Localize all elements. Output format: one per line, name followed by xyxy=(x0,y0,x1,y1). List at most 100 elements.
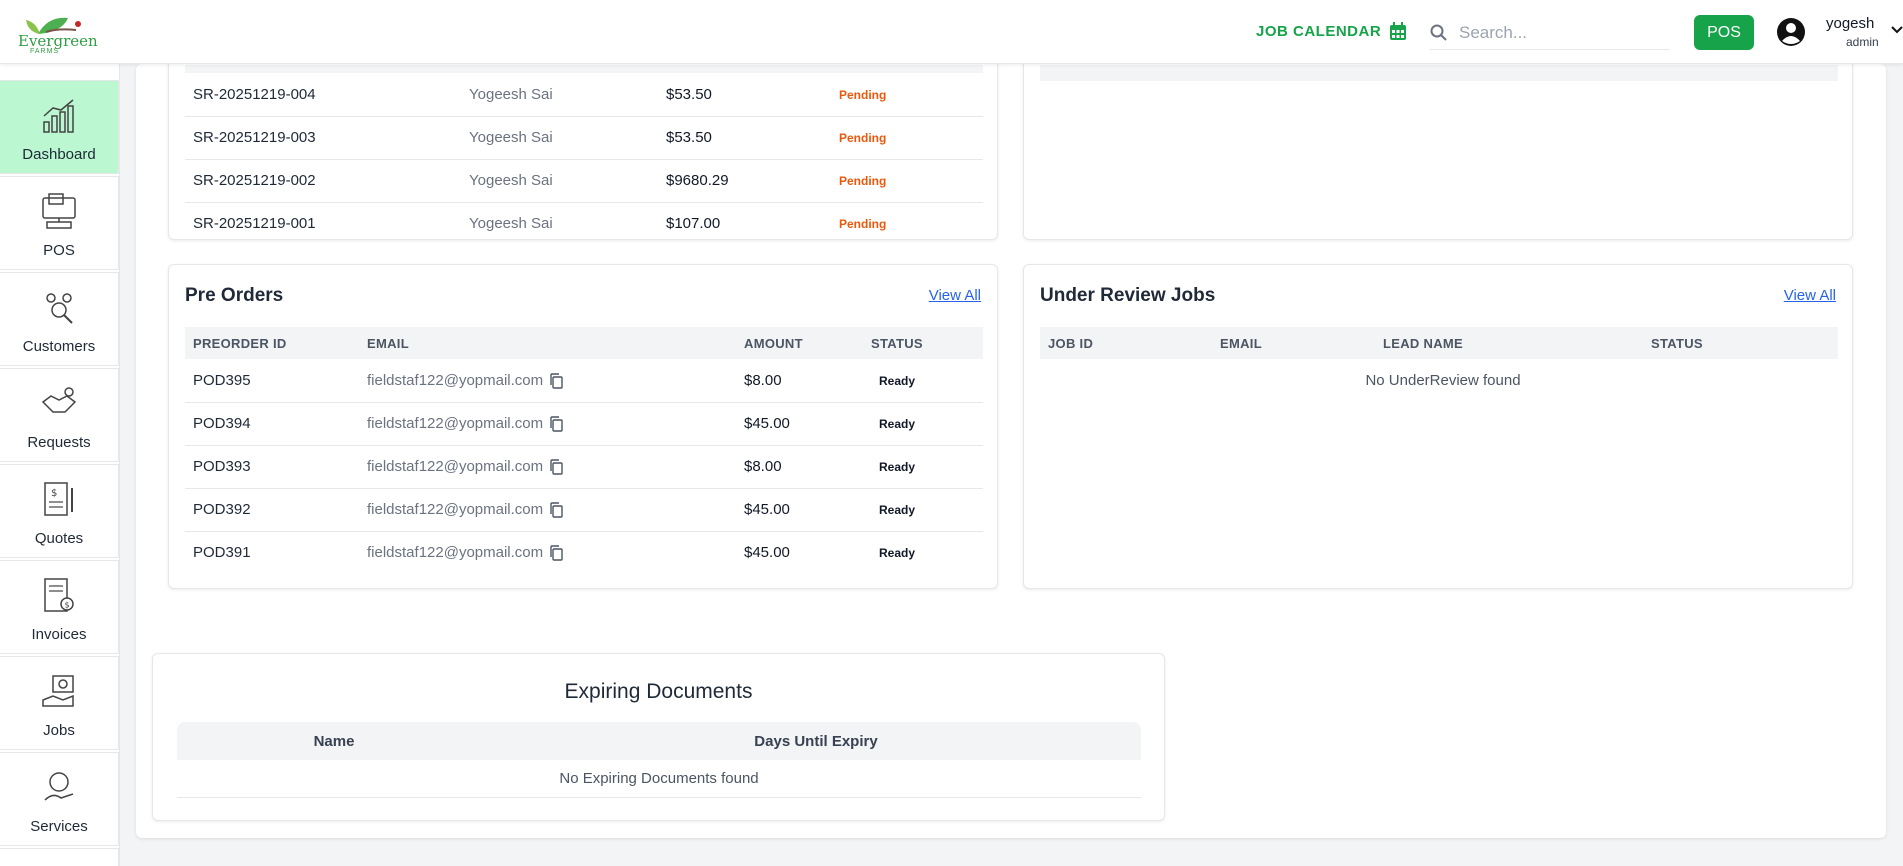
empty-row: No UnderReview found xyxy=(1040,359,1838,402)
status-cell: Ready xyxy=(863,402,983,446)
expiring-documents-table: Name Days Until Expiry No Expiring Docum… xyxy=(177,722,1141,798)
calendar-icon xyxy=(1390,22,1407,40)
pos-terminal-icon xyxy=(42,193,76,229)
sidebar: Dashboard POS Customers Requests $ Quote… xyxy=(0,64,120,866)
sidebar-item-pos[interactable]: POS xyxy=(0,176,119,270)
sidebar-item-more[interactable] xyxy=(0,848,119,866)
under-review-jobs-panel: Under Review Jobs View All JOB ID EMAIL … xyxy=(1023,264,1853,589)
column-header: PREORDER ID xyxy=(185,327,359,359)
preorder-id: POD393 xyxy=(185,445,359,489)
user-avatar-icon[interactable] xyxy=(1776,17,1806,47)
amount: $8.00 xyxy=(736,359,863,403)
customer-name: Yogeesh Sai xyxy=(461,116,658,160)
table-header-row: JOB ID EMAIL LEAD NAME STATUS xyxy=(1040,327,1838,359)
sidebar-item-invoices[interactable]: $ Invoices xyxy=(0,560,119,654)
customer-name: Yogeesh Sai xyxy=(461,159,658,203)
preorder-id: POD395 xyxy=(185,359,359,403)
sidebar-item-requests[interactable]: Requests xyxy=(0,368,119,462)
preorder-id: POD391 xyxy=(193,544,251,562)
evergreen-logo[interactable]: Evergreen FARMS xyxy=(18,10,98,56)
chart-bar-icon xyxy=(43,99,74,133)
amount: $45.00 xyxy=(744,544,790,562)
customer-name: Yogeesh Sai xyxy=(461,73,658,117)
expiring-documents-panel: Expiring Documents Name Days Until Expir… xyxy=(152,653,1165,821)
sidebar-item-label: Dashboard xyxy=(22,146,96,163)
status-badge: Ready xyxy=(879,503,916,517)
status-cell: Ready xyxy=(863,359,983,403)
copy-icon[interactable] xyxy=(549,373,563,389)
table-row[interactable]: POD394 fieldstaf122@yopmail.com $45.00 Read… xyxy=(185,402,983,446)
job-calendar-label: JOB CALENDAR xyxy=(1256,23,1382,40)
services-icon xyxy=(44,772,74,801)
email-cell: fieldstaf122@yopmail.com xyxy=(359,402,736,446)
email-cell: fieldstaf122@yopmail.com xyxy=(359,445,736,489)
under-review-table: JOB ID EMAIL LEAD NAME STATUS No UnderRe… xyxy=(1040,327,1838,402)
sidebar-item-jobs[interactable]: Jobs xyxy=(0,656,119,750)
column-header: EMAIL xyxy=(359,327,736,359)
request-id: SR-20251219-001 xyxy=(193,215,316,233)
table-row[interactable]: POD395 fieldstaf122@yopmail.com $8.00 Ready xyxy=(185,359,983,403)
pre-orders-table: PREORDER ID EMAIL AMOUNT STATUS POD395 fi… xyxy=(185,327,983,574)
table-row[interactable]: POD391 fieldstaf122@yopmail.com $45.00 Read… xyxy=(185,531,983,574)
copy-icon[interactable] xyxy=(549,545,563,561)
sidebar-item-dashboard[interactable]: Dashboard xyxy=(0,80,119,174)
job-calendar-link[interactable]: JOB CALENDAR xyxy=(1256,22,1407,41)
copy-icon[interactable] xyxy=(549,459,563,475)
sidebar-item-services[interactable]: Services xyxy=(0,752,119,846)
sidebar-item-label: Quotes xyxy=(34,530,84,547)
copy-icon[interactable] xyxy=(549,416,563,432)
amount: $45.00 xyxy=(736,402,863,446)
table-row[interactable]: POD392 fieldstaf122@yopmail.com $45.00 Read… xyxy=(185,488,983,532)
amount: $45.00 xyxy=(736,488,863,532)
email-cell: fieldstaf122@yopmail.com xyxy=(359,531,736,574)
user-name[interactable]: yogesh xyxy=(1826,15,1874,32)
amount: $107.00 xyxy=(666,215,721,233)
copy-icon[interactable] xyxy=(549,502,563,518)
jobs-icon xyxy=(42,675,74,707)
status-badge: Pending xyxy=(839,131,887,145)
empty-row: No Expiring Documents found xyxy=(177,760,1141,798)
table-row[interactable]: POD393 fieldstaf122@yopmail.com $8.00 Ready xyxy=(185,445,983,489)
sidebar-item-label: Jobs xyxy=(43,722,75,739)
sidebar-item-customers[interactable]: Customers xyxy=(0,272,119,366)
column-header: JOB ID xyxy=(1040,327,1212,359)
column-header: AMOUNT xyxy=(736,327,863,359)
pre-orders-panel: Pre Orders View All PREORDER ID EMAIL AM… xyxy=(168,264,998,589)
user-role: admin xyxy=(1846,35,1879,49)
email-text: fieldstaf122@yopmail.com xyxy=(367,544,544,562)
email-text: fieldstaf122@yopmail.com xyxy=(367,414,544,432)
view-all-link[interactable]: View All xyxy=(1784,287,1836,304)
request-id: SR-20251219-003 xyxy=(185,116,461,160)
status-cell: Ready xyxy=(863,445,983,489)
service-requests-table: SR-20251219-004 Yogeesh Sai $53.50 Pendi… xyxy=(185,73,983,245)
handshake-icon xyxy=(41,387,77,413)
status-badge: Ready xyxy=(879,373,916,388)
table-header-row: Name Days Until Expiry xyxy=(177,722,1141,760)
preorder-id: POD392 xyxy=(185,488,359,532)
request-id: SR-20251219-002 xyxy=(185,159,461,203)
status-cell: Ready xyxy=(863,531,983,574)
customers-icon xyxy=(46,293,73,324)
preorder-id: POD394 xyxy=(185,402,359,446)
amount: $53.50 xyxy=(658,116,831,160)
logo-subtext: FARMS xyxy=(30,48,60,55)
view-all-link[interactable]: View All xyxy=(929,287,981,304)
sidebar-item-quotes[interactable]: $ Quotes xyxy=(0,464,119,558)
customer-name: Yogeesh Sai xyxy=(469,215,553,233)
sidebar-item-label: POS xyxy=(43,242,75,259)
column-header: EMAIL xyxy=(1212,327,1375,359)
search-input[interactable] xyxy=(1459,22,1659,43)
table-row[interactable]: SR-20251219-001 Yogeesh Sai $107.00 Pend… xyxy=(185,202,983,245)
sidebar-item-label: Services xyxy=(30,818,88,835)
chevron-down-icon[interactable] xyxy=(1891,26,1903,34)
sidebar-item-label: Invoices xyxy=(31,626,87,643)
panel-title: Expiring Documents xyxy=(564,680,753,703)
table-row[interactable]: SR-20251219-002 Yogeesh Sai $9680.29 Pen… xyxy=(185,159,983,203)
pos-button[interactable]: POS xyxy=(1694,15,1754,50)
table-row[interactable]: SR-20251219-004 Yogeesh Sai $53.50 Pendi… xyxy=(185,73,983,117)
column-header: Name xyxy=(177,722,491,760)
table-row[interactable]: SR-20251219-003 Yogeesh Sai $53.50 Pendi… xyxy=(185,116,983,160)
panel-title: Under Review Jobs xyxy=(1040,285,1216,306)
status-badge: Ready xyxy=(879,460,916,474)
amount: $53.50 xyxy=(658,73,831,117)
